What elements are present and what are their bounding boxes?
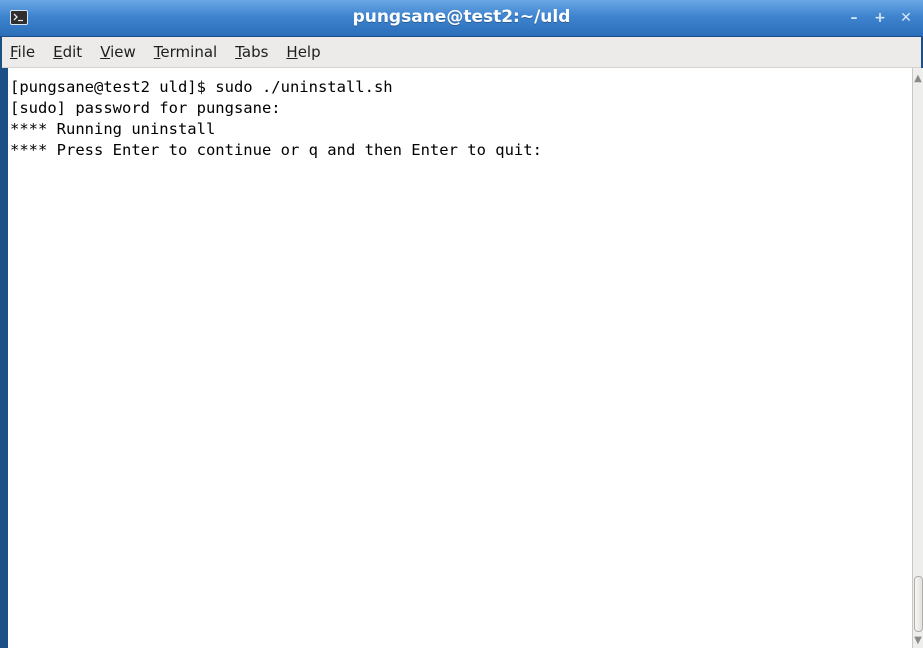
menu-file-mnemonic: F xyxy=(10,43,18,61)
terminal-output[interactable]: [pungsane@test2 uld]$ sudo ./uninstall.s… xyxy=(8,68,912,648)
terminal-line: **** Running uninstall xyxy=(10,120,216,138)
close-button[interactable]: ✕ xyxy=(895,9,917,27)
terminal-window: pungsane@test2:~/uld – + ✕ File Edit Vie… xyxy=(0,0,923,648)
menu-edit[interactable]: Edit xyxy=(44,37,91,67)
menu-help[interactable]: Help xyxy=(277,37,329,67)
maximize-button[interactable]: + xyxy=(869,9,891,27)
menu-terminal-label: erminal xyxy=(160,43,218,61)
vertical-scrollbar[interactable]: ▲ ▼ xyxy=(912,68,923,648)
maximize-icon: + xyxy=(874,10,886,26)
menu-tabs[interactable]: Tabs xyxy=(226,37,277,67)
window-title: pungsane@test2:~/uld xyxy=(352,7,571,27)
menu-tabs-mnemonic: T xyxy=(235,43,242,61)
window-controls: – + ✕ xyxy=(843,9,917,27)
scroll-up-icon[interactable]: ▲ xyxy=(913,68,923,90)
menu-bar: File Edit View Terminal Tabs Help xyxy=(2,37,921,68)
menu-edit-label: dit xyxy=(62,43,83,61)
menu-help-mnemonic: H xyxy=(286,43,298,61)
menu-view-mnemonic: V xyxy=(100,43,111,61)
menu-view[interactable]: View xyxy=(91,37,145,67)
menu-file[interactable]: File xyxy=(2,37,44,67)
menu-view-label: iew xyxy=(110,43,136,61)
scroll-down-icon[interactable]: ▼ xyxy=(913,634,923,648)
close-icon: ✕ xyxy=(900,10,912,26)
terminal-line: [sudo] password for pungsane: xyxy=(10,99,281,117)
title-bar[interactable]: pungsane@test2:~/uld – + ✕ xyxy=(0,0,923,37)
scrollbar-thumb[interactable] xyxy=(914,576,923,632)
menu-terminal[interactable]: Terminal xyxy=(145,37,226,67)
menu-file-label: ile xyxy=(17,43,36,61)
terminal-line: **** Press Enter to continue or q and th… xyxy=(10,141,542,159)
minimize-icon: – xyxy=(850,10,858,26)
terminal-text: [pungsane@test2 uld]$ sudo ./uninstall.s… xyxy=(8,68,912,161)
menu-help-label: elp xyxy=(297,43,321,61)
terminal-line: [pungsane@test2 uld]$ sudo ./uninstall.s… xyxy=(10,78,393,96)
minimize-button[interactable]: – xyxy=(843,9,865,27)
menu-edit-mnemonic: E xyxy=(53,43,63,61)
menu-tabs-label: abs xyxy=(241,43,269,61)
